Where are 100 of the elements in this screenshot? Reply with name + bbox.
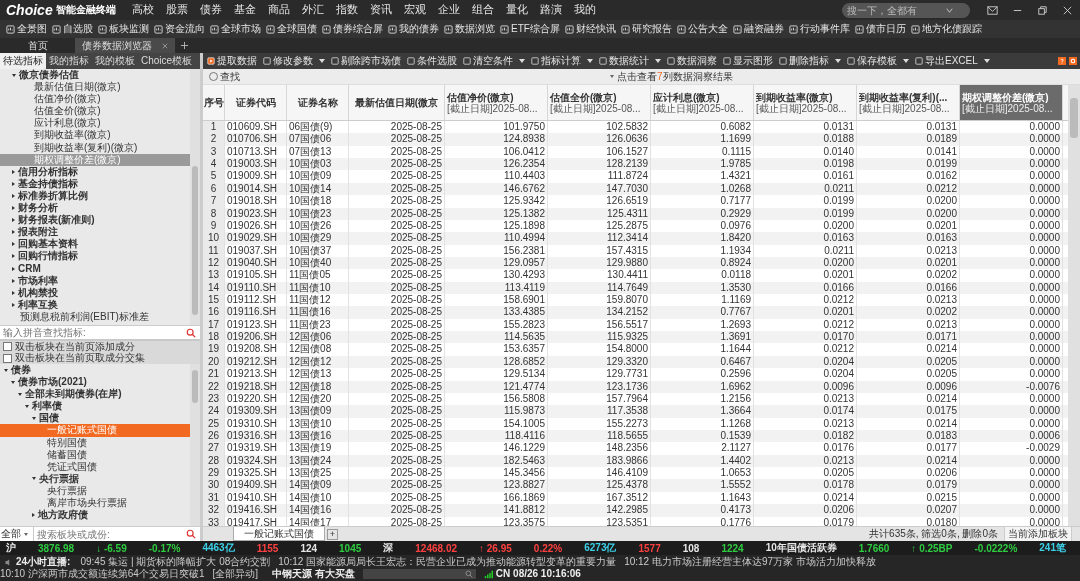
expand-arrow-icon[interactable]	[12, 194, 15, 198]
tree-item[interactable]: 标准券折算比例	[0, 189, 190, 203]
expand-arrow-icon[interactable]	[32, 416, 36, 420]
tree-item[interactable]: 市场利率	[0, 274, 190, 287]
tree-item[interactable]: 基金持债指标	[0, 177, 190, 190]
find-option[interactable]: 查找	[209, 69, 240, 84]
expand-arrow-icon[interactable]	[32, 513, 35, 518]
menu-item[interactable]: 债券	[193, 3, 228, 17]
expand-arrow-icon[interactable]	[12, 73, 16, 77]
expand-arrow-icon[interactable]	[12, 266, 15, 271]
caret-icon[interactable]	[903, 59, 909, 63]
expand-arrow-icon[interactable]	[12, 230, 15, 235]
column-header[interactable]: 最新估值日期(微京	[349, 85, 445, 120]
caret-icon[interactable]	[983, 59, 990, 63]
scrollbar[interactable]	[190, 69, 200, 325]
tree-item[interactable]: 到期收益率(微京)	[0, 129, 190, 142]
column-header[interactable]: 证券名称	[287, 85, 349, 120]
menu-item[interactable]: 组合	[465, 3, 500, 17]
tree-item[interactable]: 全部未到期债券(在岸)	[0, 388, 190, 401]
add-sector-link[interactable]: 当前添加板块	[1004, 526, 1072, 542]
toolbar-button[interactable]: 自选股	[52, 22, 98, 36]
checkbox-option[interactable]: 双击板块在当前页取成分交集	[0, 352, 200, 364]
toolbar-button[interactable]: 导出EXCEL	[915, 54, 996, 68]
toolbar-button[interactable]: 债市日历	[854, 22, 911, 36]
caret-icon[interactable]	[319, 59, 325, 63]
menu-item[interactable]: 企业	[431, 3, 466, 17]
tree-item[interactable]: 央行票据	[0, 484, 190, 498]
tree-item[interactable]: 机构禁投	[0, 286, 190, 299]
tree-item[interactable]: 离岸市场央行票据	[0, 497, 190, 510]
news-item[interactable]: 09:45 集运 | 期货标的降幅扩大 08合约交割	[80, 556, 271, 568]
tree-item[interactable]: CRM	[0, 262, 190, 275]
add-tab-icon[interactable]	[180, 41, 189, 50]
sheet-tab[interactable]: 一般记账式国债	[233, 527, 325, 541]
tree-item[interactable]: 凭证式国债	[0, 460, 190, 473]
news-item[interactable]: 10:12 国家能源局局长王宏志：民营企业已成为推动能源转型变革的重要力量	[278, 556, 617, 568]
expand-arrow-icon[interactable]	[12, 302, 15, 307]
column-header[interactable]: 序号	[203, 85, 225, 120]
toolbar-button[interactable]: 数据洞察	[667, 54, 723, 68]
toolbar-button[interactable]: 提取数据	[207, 54, 263, 68]
toolbar-button[interactable]: 全景图	[6, 22, 52, 36]
toolbar-button[interactable]: 指标计算	[531, 54, 599, 68]
expand-arrow-icon[interactable]	[12, 206, 15, 211]
tree-item[interactable]: 财务分析	[0, 202, 190, 215]
toolbar-button[interactable]: 板块监测	[98, 22, 154, 36]
column-header[interactable]: 估值全价(微京) [截止日期]2025-08...	[548, 85, 651, 120]
checkbox[interactable]	[3, 353, 12, 363]
tree-item[interactable]: 信用分析指标	[0, 165, 190, 178]
expand-arrow-icon[interactable]	[12, 181, 15, 186]
menu-item[interactable]: 基金	[227, 3, 262, 17]
expand-arrow-icon[interactable]	[4, 368, 8, 372]
tree-item[interactable]: 预测息税前利润(EBIT)标准差	[0, 310, 190, 323]
tree-item[interactable]: 估值全价(微京)	[0, 105, 190, 118]
search-box[interactable]: 输入拼音查找指标:	[0, 325, 200, 341]
expand-arrow-icon[interactable]	[12, 290, 15, 295]
news-item[interactable]: 10:12 电力市场注册经营主体达97万家 市场活力加快释放	[624, 556, 876, 568]
toolbar-button[interactable]: 研究报告	[620, 22, 677, 36]
column-header[interactable]: 证券代码	[225, 85, 287, 120]
toolbar-button[interactable]: 修改参数	[263, 54, 331, 68]
expand-arrow-icon[interactable]	[12, 242, 15, 247]
document-tab[interactable]: 债券数据浏览器	[75, 38, 175, 53]
search-field[interactable]	[362, 569, 476, 579]
insight-link[interactable]: 点击查看7列数据洞察结果	[610, 69, 733, 84]
restore-icon[interactable]	[1036, 3, 1049, 17]
panel-tab[interactable]: 我的模板	[92, 53, 138, 69]
tree-item[interactable]: 利率互换	[0, 298, 190, 311]
expand-arrow-icon[interactable]	[12, 278, 15, 283]
more-link[interactable]: [全部异动]	[212, 568, 259, 580]
document-tab[interactable]: 首页	[0, 38, 75, 53]
news-item[interactable]: 10:10 沪深两市成交额连续第64个交易日突破1	[0, 568, 205, 580]
menu-item[interactable]: 外汇	[295, 3, 330, 17]
tree-item[interactable]: 财务报表(新准则)	[0, 214, 190, 227]
checkbox-option[interactable]: 双击板块在当前页添加成分	[0, 341, 200, 353]
expand-arrow-icon[interactable]	[11, 380, 15, 384]
column-header[interactable]: 应计利息(微京) [截止日期]2025-08...	[651, 85, 754, 120]
search-field[interactable]: 搜索板块或成份:	[34, 528, 186, 540]
menu-item[interactable]: 宏观	[397, 3, 432, 17]
tree-item[interactable]: 利率债	[0, 400, 190, 413]
toolbar-button[interactable]: 数据统计	[599, 54, 667, 68]
toolbar-button[interactable]: 显示图形	[723, 54, 779, 68]
search-field[interactable]: 输入拼音查找指标:	[0, 327, 186, 338]
toolbar-button[interactable]: 保存模板	[847, 54, 915, 68]
tree-item[interactable]: 应计利息(微京)	[0, 117, 190, 130]
tree-item[interactable]: 特别国债	[0, 436, 190, 449]
menu-item[interactable]: 资讯	[363, 3, 398, 17]
panel-tab[interactable]: 待选指标	[0, 53, 46, 69]
tree-item[interactable]: 债券	[0, 364, 190, 377]
search-box[interactable]: 搜索板块或成份:	[34, 527, 200, 541]
menu-item[interactable]: 我的	[567, 3, 602, 17]
expand-arrow-icon[interactable]	[12, 218, 15, 223]
tree-item[interactable]: 储蓄国债	[0, 448, 190, 461]
toolbar-button[interactable]: 融资融券	[732, 22, 789, 36]
toolbar-button[interactable]: 剔除跨市场债	[331, 54, 407, 68]
toolbar-button[interactable]: 全球国债	[266, 22, 322, 36]
tree-item[interactable]: 债券市场(2021)	[0, 376, 190, 389]
tree-item[interactable]: 回购行情指标	[0, 250, 190, 263]
toolbar-button[interactable]: 删除指标	[779, 54, 847, 68]
tree-item[interactable]: 估值净价(微京)	[0, 93, 190, 106]
tree-item[interactable]: 最新估值日期(微京)	[0, 81, 190, 94]
menu-item[interactable]: 股票	[159, 3, 194, 17]
toolbar-button[interactable]: 我的债券	[388, 22, 444, 36]
